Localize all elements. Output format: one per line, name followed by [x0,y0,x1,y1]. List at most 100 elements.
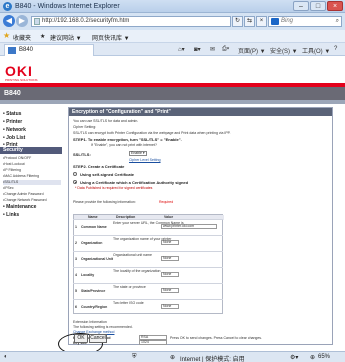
row-number: 1 [75,225,77,229]
window-title: B840 - Windows Internet Explorer [15,3,120,10]
minimize-button[interactable]: – [293,1,309,11]
window-titlebar: e B840 - Windows Internet Explorer – □ × [0,0,345,13]
row-number: 4 [75,273,77,277]
row-value-field[interactable]: None [161,272,179,277]
forward-button[interactable]: ▶ [16,15,28,27]
row-number: 5 [75,289,77,293]
page-content: OKI PRINTING SOLUTIONS B840 • Status • P… [0,57,345,351]
favorites-bar: ★ 收藏夹 ★ 建议网站 ▼ 网页快讯库 ▼ [0,30,345,43]
address-text: http://192.168.0.2/securityfm.htm [42,18,130,24]
address-input[interactable]: http://192.168.0.2/securityfm.htm [31,16,231,27]
row-separator [73,299,223,300]
nav-network[interactable]: • Network [3,127,26,133]
favorites-star-icon[interactable]: ★ [3,31,10,40]
tab-label: B840 [19,47,34,53]
info-intro: Please provide the following information… [73,200,136,204]
print-icon[interactable]: ⎙▾ [222,46,229,53]
stop-icon[interactable]: × [256,16,267,27]
step1-text: STEP1. To enable encryption, turn "SSL/T… [73,137,182,142]
nav-mac-filtering[interactable]: •MAC Address Filtering [3,174,61,178]
nav-status[interactable]: • Status [3,111,21,117]
home-icon[interactable]: ⌂▾ [178,46,185,53]
search-input[interactable]: Bing ⌕ [268,16,342,27]
step1-note: If "Enable", you can not print with inte… [91,143,157,147]
status-bar: ◐ ⛨ ⊕ Internet | 保护模式: 启用 ⚙▾ ⊕ 65% [0,351,345,362]
tools-menu[interactable]: 工具(O) ▼ [302,46,330,55]
back-button[interactable]: ◀ [3,15,15,27]
page-menu[interactable]: 页面(P) ▼ [238,46,266,55]
row-separator [73,235,223,236]
cipher-level-link[interactable]: Cipher Level Setting [129,158,161,162]
tab-bar: B840 ⌂▾ ◙▾ ✉ ⎙▾ 页面(P) ▼ 安全(S) ▼ 工具(O) ▼ … [0,43,345,56]
nav-ssl-tls[interactable]: •SSL/TLS [3,180,61,185]
row-value-field[interactable]: None [161,256,179,261]
mail-icon[interactable]: ✉ [210,46,215,53]
nav-network-password[interactable]: •Change Network Password [3,198,61,202]
tab-b840[interactable]: B840 [4,44,94,56]
required-marker: Required [159,200,174,204]
suggested-sites-link[interactable]: 建议网站 ▼ [50,33,82,42]
nav-protocol[interactable]: •Protocol ON/OFF [3,156,61,160]
panel-line-1: You can use SSL/TLS for data and admin. [73,119,139,123]
favorites-button[interactable]: 收藏夹 [13,33,31,42]
row-number: 3 [75,257,77,261]
help-icon[interactable]: ? [334,46,337,52]
compat-icon[interactable]: ⇆ [244,16,255,27]
row-separator [73,219,223,220]
row-description: Organizational unit name [113,253,152,257]
logo-subtitle: PRINTING SOLUTIONS [5,78,38,82]
ssl-settings-panel: Encryption of "Configuration" and "Print… [68,107,333,345]
row-value-field[interactable]: None [161,288,179,293]
ca-note: * Data Published is required for signed … [75,186,153,190]
panel-line-3: SSL/TLS can encrypt both Printer Configu… [73,131,231,135]
search-icon[interactable]: ⌕ [336,17,339,26]
nav-printer[interactable]: • Printer [3,119,22,125]
nav-links[interactable]: • Links [3,212,19,218]
nav-maintenance[interactable]: • Maintenance [3,204,36,210]
shield-icon: ⛨ [132,354,137,360]
maximize-button[interactable]: □ [310,1,326,11]
sidebar: • Status • Printer • Network • Job List … [0,104,65,351]
ok-button[interactable]: OK [74,334,88,343]
nav-ipsec[interactable]: •IPSec [3,186,61,190]
row-value-field[interactable]: None [161,304,179,309]
row-name: Common Name [81,225,107,229]
refresh-icon[interactable]: ↻ [232,16,243,27]
ssl-select[interactable]: Enable ▾ [129,151,147,156]
add-favorite-icon[interactable]: ★ [40,33,45,40]
row-name: Country/Region [81,305,108,309]
row-separator [73,251,223,252]
safety-menu[interactable]: 安全(S) ▼ [270,46,298,55]
ca-signed-radio[interactable] [73,180,77,184]
row-number: 6 [75,305,77,309]
address-toolbar: ◀ ▶ http://192.168.0.2/securityfm.htm ↻ … [0,13,345,30]
page-icon [34,18,40,25]
nav-host-lockout[interactable]: •Host Lockout [3,162,61,166]
zone-text: Internet | 保护模式: 启用 [180,357,245,362]
key-size-field[interactable]: 1024 [139,340,167,345]
zoom-settings-icon[interactable]: ⚙▾ [290,354,298,361]
search-placeholder: Bing [281,18,294,24]
row-name: State/Province [81,289,106,293]
row-value-field[interactable]: None [161,240,179,245]
row-name: Organizational Unit [81,257,114,261]
zoom-level[interactable]: 65% [318,354,330,360]
cancel-button[interactable]: Cancel [89,334,107,343]
zoom-icon: ⊕ [310,355,316,361]
feeds-icon[interactable]: ◙▾ [194,46,201,53]
self-signed-radio[interactable] [73,172,77,176]
panel-line-2: Cipher Setting: [73,125,97,129]
nav-ip-filtering[interactable]: •IP Filtering [3,168,61,172]
window-controls: – □ × [293,1,343,11]
nav-job-list[interactable]: • Job List [3,135,25,141]
nav-security[interactable]: Security [0,147,62,154]
row-value-field[interactable]: www.printer.oki.com [161,224,217,229]
submit-note: Press OK to send changes. Press Cancel t… [170,336,263,340]
ssl-label: SSL/TLS: [73,152,91,157]
close-button[interactable]: × [327,1,343,11]
oki-logo: OKI [5,63,33,79]
nav-admin-password[interactable]: •Change Admin Password [3,192,61,196]
web-slice-link[interactable]: 网页快讯库 ▼ [92,33,130,42]
row-description: The locality of the organization [113,269,161,273]
row-name: Locality [81,273,95,277]
